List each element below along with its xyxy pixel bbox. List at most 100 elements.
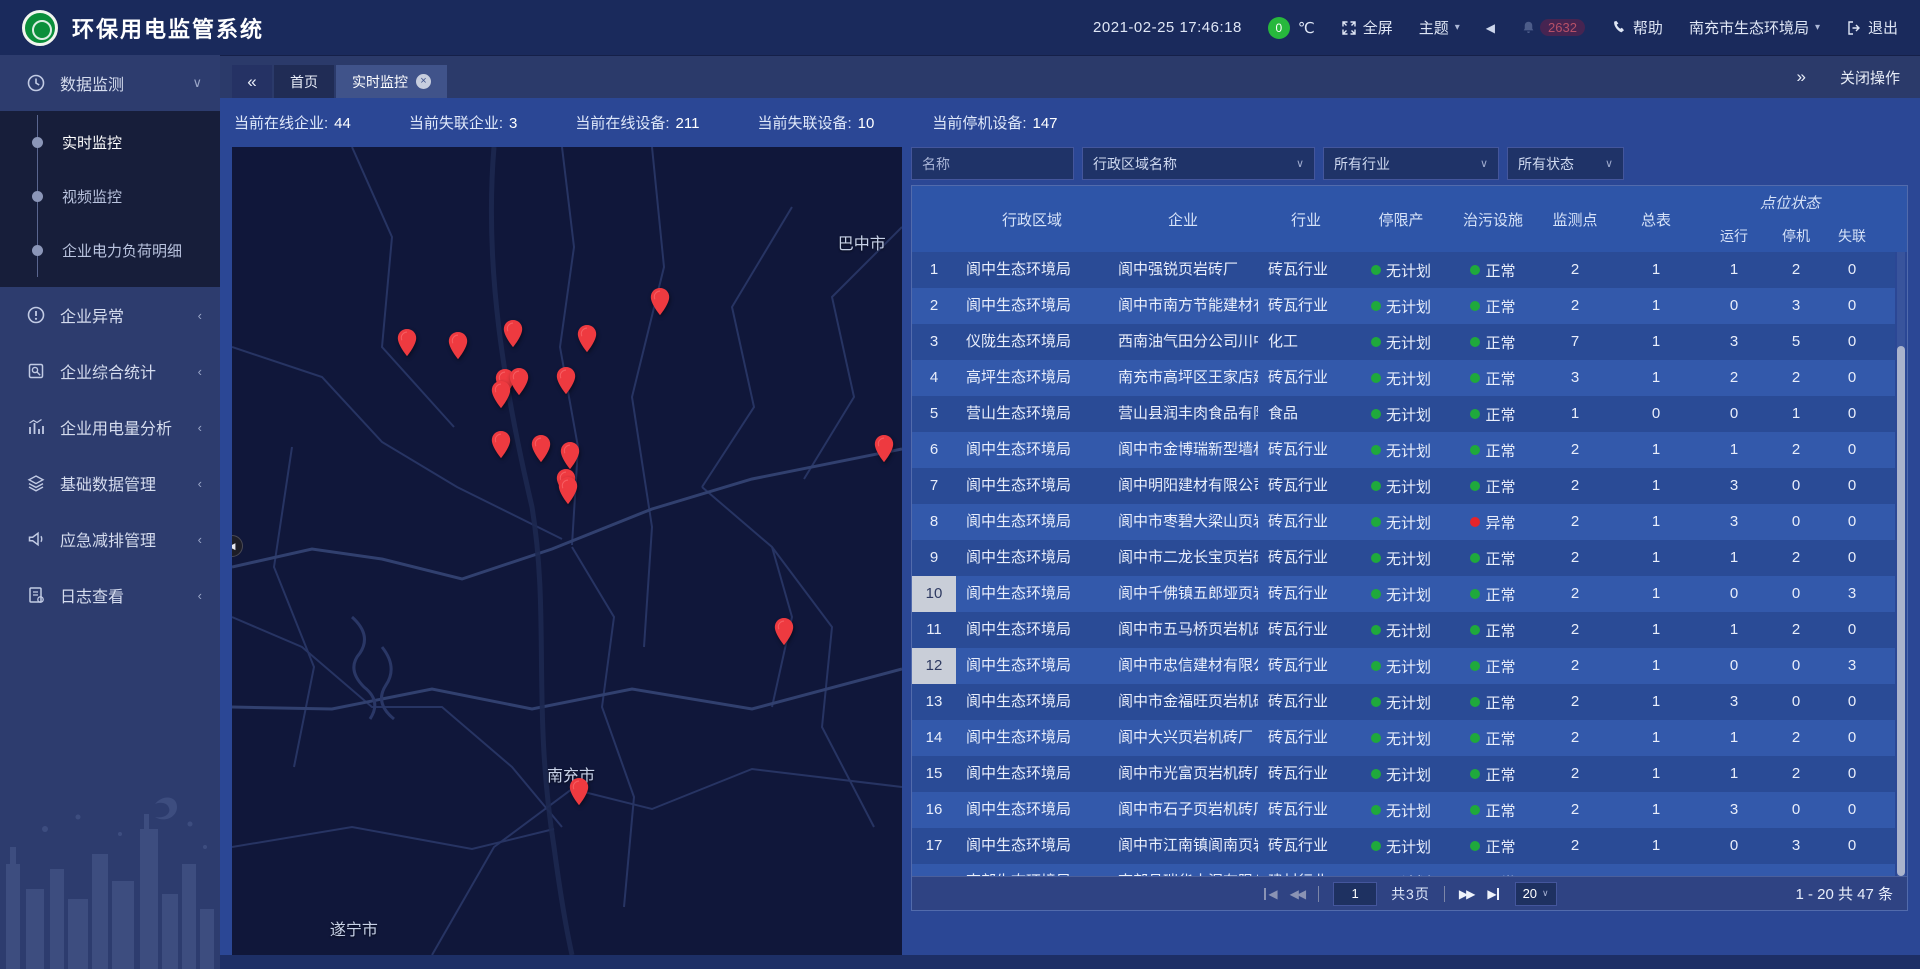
status-dot-icon — [1470, 589, 1480, 599]
last-page-button[interactable]: ▶ — [1487, 887, 1500, 901]
sidebar-item-gauge[interactable]: 数据监测∨ — [0, 55, 220, 111]
cell-shutdown: 2 — [1768, 360, 1824, 396]
first-page-button[interactable]: ◀ — [1262, 887, 1275, 901]
theme-dropdown[interactable]: 主题 ▾ — [1419, 17, 1460, 38]
map-pin-icon[interactable] — [490, 430, 511, 460]
tab[interactable]: 首页 — [274, 65, 334, 98]
table-row[interactable]: 3仪陇生态环境局西南油气田分公司川中化工无计划正常71350 — [912, 324, 1895, 360]
sidebar-item-label: 企业综合统计 — [60, 359, 198, 383]
prev-page-button[interactable]: ◀◀ — [1290, 887, 1304, 901]
fullscreen-button[interactable]: 全屏 — [1341, 17, 1393, 38]
chevron-down-icon: ∨ — [1480, 157, 1488, 170]
table-row[interactable]: 7阆中生态环境局阆中明阳建材有限公司砖瓦行业无计划正常21300 — [912, 468, 1895, 504]
map-pin-icon[interactable] — [396, 328, 417, 358]
tabs-scroll-left-button[interactable]: « — [232, 65, 272, 98]
page-number-input[interactable]: 1 — [1333, 882, 1377, 906]
cell-meter: 1 — [1612, 540, 1700, 576]
sidebar-subitem[interactable]: 企业电力负荷明细 — [0, 223, 220, 277]
map-pin-icon[interactable] — [447, 331, 468, 361]
sidebar-group: 企业异常‹ — [0, 287, 220, 343]
map-pin-icon[interactable] — [774, 617, 795, 647]
cell-region: 阆中生态环境局 — [956, 756, 1108, 792]
mute-button[interactable]: ◀ — [1486, 21, 1495, 35]
cell-shutdown: 2 — [1768, 612, 1824, 648]
table-row[interactable]: 2阆中生态环境局阆中市南方节能建材有砖瓦行业无计划正常21030 — [912, 288, 1895, 324]
map-pin-icon[interactable] — [508, 367, 529, 397]
table-scrollbar[interactable] — [1897, 252, 1905, 876]
notifications[interactable]: 2632 — [1521, 19, 1585, 36]
cell-lost: 0 — [1824, 432, 1880, 468]
cell-region: 阆中生态环境局 — [956, 468, 1108, 504]
region-filter-select[interactable]: 行政区域名称∨ — [1082, 147, 1315, 180]
status-filter-select[interactable]: 所有状态∨ — [1507, 147, 1624, 180]
fullscreen-icon — [1341, 20, 1357, 36]
cell-stop-limit: 无计划 — [1354, 800, 1448, 821]
table-row[interactable]: 1阆中生态环境局阆中强锐页岩砖厂砖瓦行业无计划正常21120 — [912, 252, 1895, 288]
sidebar-item-chart[interactable]: 企业用电量分析‹ — [0, 399, 220, 455]
status-dot-icon — [1371, 697, 1381, 707]
help-button[interactable]: 帮助 — [1611, 17, 1663, 38]
table-row[interactable]: 16阆中生态环境局阆中市石子页岩机砖厂砖瓦行业无计划正常21300 — [912, 792, 1895, 828]
next-page-button[interactable]: ▶▶ — [1459, 887, 1473, 901]
name-filter-input[interactable] — [911, 147, 1074, 180]
sidebar-item-stats[interactable]: 企业综合统计‹ — [0, 343, 220, 399]
table-row[interactable]: 9阆中生态环境局阆中市二龙长宝页岩砖砖瓦行业无计划正常21120 — [912, 540, 1895, 576]
table-row[interactable]: 10阆中生态环境局阆中千佛镇五郎垭页岩砖瓦行业无计划正常21003 — [912, 576, 1895, 612]
table-row[interactable]: 4高坪生态环境局南充市高坪区王家店建砖瓦行业无计划正常31220 — [912, 360, 1895, 396]
map-pin-icon[interactable] — [530, 434, 551, 464]
map-pin-icon[interactable] — [873, 434, 894, 464]
org-dropdown[interactable]: 南充市生态环境局 ▾ — [1689, 17, 1820, 38]
map-pin-icon[interactable] — [569, 777, 590, 807]
table-row[interactable]: 13阆中生态环境局阆中市金福旺页岩机砖砖瓦行业无计划正常21300 — [912, 684, 1895, 720]
sidebar-item-alert[interactable]: 企业异常‹ — [0, 287, 220, 343]
cell-monitor: 6 — [1538, 864, 1612, 876]
logout-button[interactable]: 退出 — [1846, 17, 1898, 38]
sidebar-subitem-label: 视频监控 — [62, 186, 122, 207]
tab[interactable]: 实时监控× — [336, 65, 447, 98]
row-number: 10 — [912, 576, 956, 612]
map-pin-icon[interactable] — [556, 366, 577, 396]
status-dot-icon — [1371, 661, 1381, 671]
map-pin-icon[interactable] — [502, 319, 523, 349]
status-dot-icon — [1470, 265, 1480, 275]
table-row[interactable]: 8阆中生态环境局阆中市枣碧大梁山页岩砖瓦行业无计划异常21300 — [912, 504, 1895, 540]
close-operations-button[interactable]: 关闭操作 — [1840, 67, 1900, 88]
cell-monitor: 2 — [1538, 252, 1612, 288]
tabs-scroll-right-button[interactable]: » — [1797, 67, 1806, 87]
sidebar-item-label: 企业异常 — [60, 303, 198, 327]
table-row[interactable]: 17阆中生态环境局阆中市江南镇阆南页岩砖瓦行业无计划正常21030 — [912, 828, 1895, 864]
tab-close-icon[interactable]: × — [416, 74, 431, 89]
sidebar-item-horn[interactable]: 应急减排管理‹ — [0, 511, 220, 567]
map-pin-icon[interactable] — [557, 476, 578, 506]
cell-shutdown: 0 — [1768, 684, 1824, 720]
table-row[interactable]: 5营山生态环境局营山县润丰肉食品有限食品无计划正常10010 — [912, 396, 1895, 432]
table-row[interactable]: 12阆中生态环境局阆中市忠信建材有限公砖瓦行业无计划正常21003 — [912, 648, 1895, 684]
page-size-select[interactable]: 20∨ — [1515, 882, 1557, 906]
sidebar-menu: 数据监测∨实时监控视频监控企业电力负荷明细企业异常‹企业综合统计‹企业用电量分析… — [0, 55, 220, 623]
map-pin-icon[interactable] — [559, 441, 580, 471]
cell-running: 2 — [1700, 360, 1768, 396]
table-row[interactable]: 15阆中生态环境局阆中市光富页岩机砖厂砖瓦行业无计划正常21120 — [912, 756, 1895, 792]
map-pin-icon[interactable] — [577, 324, 598, 354]
stat-label: 当前失联企业: — [409, 115, 503, 132]
table-row[interactable]: 6阆中生态环境局阆中市金博瑞新型墙材砖瓦行业无计划正常21120 — [912, 432, 1895, 468]
sidebar-subitem[interactable]: 视频监控 — [0, 169, 220, 223]
map-pin-icon[interactable] — [650, 287, 671, 317]
chevron-down-icon: ▾ — [1455, 22, 1460, 33]
table-row[interactable]: 18南部生态环境局南部县瑞华水泥有限公建材行业无计划正常60060 — [912, 864, 1895, 876]
cell-enterprise: 西南油气田分公司川中 — [1108, 324, 1258, 360]
table-row[interactable]: 14阆中生态环境局阆中大兴页岩机砖厂砖瓦行业无计划正常21120 — [912, 720, 1895, 756]
map-pin-icon[interactable] — [490, 380, 511, 410]
cell-enterprise: 南充市高坪区王家店建 — [1108, 360, 1258, 396]
stat-item: 当前在线企业:44 — [234, 112, 351, 133]
cell-monitor: 2 — [1538, 540, 1612, 576]
industry-filter-select[interactable]: 所有行业∨ — [1323, 147, 1499, 180]
status-dot-icon — [1470, 481, 1480, 491]
cell-running: 0 — [1700, 396, 1768, 432]
table-row[interactable]: 11阆中生态环境局阆中市五马桥页岩机砖砖瓦行业无计划正常21120 — [912, 612, 1895, 648]
cell-lost: 0 — [1824, 828, 1880, 864]
map-panel[interactable]: 巴中市南充市遂宁市 ◀ — [232, 147, 902, 955]
sidebar-item-log[interactable]: 日志查看‹ — [0, 567, 220, 623]
sidebar-item-layers[interactable]: 基础数据管理‹ — [0, 455, 220, 511]
sidebar-subitem[interactable]: 实时监控 — [0, 115, 220, 169]
